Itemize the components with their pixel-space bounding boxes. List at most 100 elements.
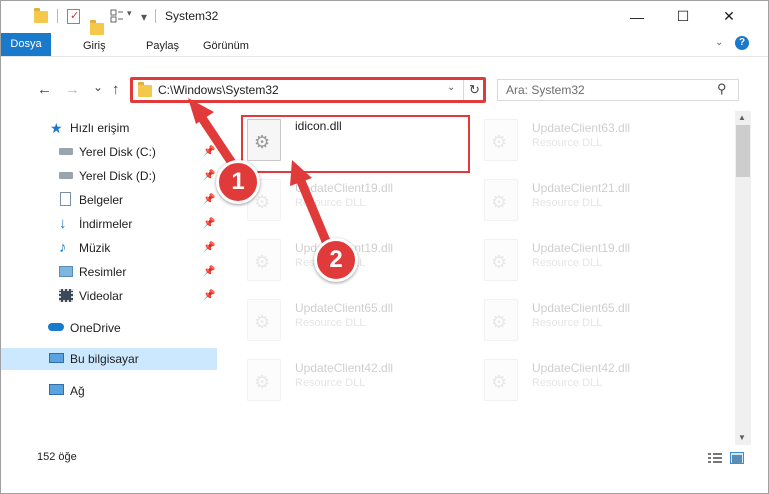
step-badge-2: 2 bbox=[314, 238, 358, 282]
dll-file-icon bbox=[484, 299, 518, 341]
minimize-button[interactable]: — bbox=[614, 1, 660, 32]
cloud-icon bbox=[48, 323, 64, 331]
dll-file-icon bbox=[247, 359, 281, 401]
tab-file[interactable]: Dosya bbox=[1, 33, 51, 56]
file-description: Resource DLL bbox=[295, 197, 366, 209]
file-item[interactable]: UpdateClient65.dll Resource DLL bbox=[484, 299, 714, 355]
file-item[interactable]: UpdateClient42.dll Resource DLL bbox=[484, 359, 714, 415]
drive-icon bbox=[59, 148, 73, 155]
file-name: UpdateClient63.dll bbox=[532, 121, 631, 135]
file-item[interactable]: UpdateClient19.dll Resource DLL bbox=[484, 239, 714, 295]
title-bar: ✓ ▾ ▾ System32 — ☐ ✕ bbox=[1, 1, 768, 35]
dll-file-icon bbox=[484, 119, 518, 161]
file-item[interactable]: UpdateClient19.dll Resource DLL bbox=[247, 179, 477, 235]
documents-icon bbox=[60, 192, 71, 206]
sidebar-item-this-pc[interactable]: Bu bilgisayar bbox=[1, 348, 217, 370]
dll-file-icon bbox=[247, 299, 281, 341]
file-description: Resource DLL bbox=[532, 197, 603, 209]
dll-file-icon bbox=[484, 239, 518, 281]
sidebar-item-label: Belgeler bbox=[79, 193, 124, 207]
sidebar-item-label: Ağ bbox=[70, 384, 85, 398]
address-highlight-frame bbox=[130, 77, 486, 103]
recent-locations-button[interactable]: ⌄ bbox=[93, 80, 103, 94]
qa-dropdown-icon[interactable]: ▾ bbox=[127, 8, 132, 24]
sidebar-item-pictures[interactable]: Resimler 📌 bbox=[1, 261, 219, 283]
file-name: UpdateClient19.dll bbox=[532, 241, 631, 255]
back-button[interactable]: ← bbox=[37, 81, 52, 98]
search-icon[interactable]: ⚲ bbox=[717, 81, 727, 97]
separator bbox=[155, 9, 156, 23]
window-title: System32 bbox=[165, 9, 219, 23]
ribbon-expand-icon[interactable]: ⌄ bbox=[715, 37, 723, 48]
dll-file-icon bbox=[247, 239, 281, 281]
sidebar-item-label: Bu bilgisayar bbox=[70, 352, 139, 366]
music-icon: ♪ bbox=[59, 239, 67, 256]
file-item[interactable]: UpdateClient65.dll Resource DLL bbox=[247, 299, 477, 355]
sidebar-item-drive-d[interactable]: Yerel Disk (D:) 📌 bbox=[1, 165, 219, 187]
sidebar-item-music[interactable]: ♪ Müzik 📌 bbox=[1, 237, 219, 259]
file-item[interactable]: UpdateClient63.dll Resource DLL bbox=[484, 119, 714, 175]
pin-icon[interactable]: 📌 bbox=[203, 285, 215, 307]
customize-icon[interactable] bbox=[110, 9, 124, 23]
file-description: Resource DLL bbox=[532, 137, 603, 149]
drive-icon bbox=[59, 172, 73, 179]
sidebar-item-label: Resimler bbox=[79, 265, 127, 279]
pin-icon[interactable]: 📌 bbox=[203, 213, 215, 235]
dll-file-icon bbox=[484, 179, 518, 221]
sidebar-item-quick-access[interactable]: ★ Hızlı erişim bbox=[1, 117, 219, 139]
sidebar-item-label: Yerel Disk (D:) bbox=[79, 169, 156, 183]
dll-file-icon bbox=[484, 359, 518, 401]
tab-home[interactable]: Giriş bbox=[83, 35, 106, 57]
ribbon-tabs: Dosya Giriş Paylaş Görünüm ⌄ ? bbox=[1, 32, 768, 57]
videos-icon bbox=[59, 289, 73, 302]
tab-share[interactable]: Paylaş bbox=[146, 35, 179, 57]
search-placeholder[interactable]: Ara: System32 bbox=[506, 83, 585, 97]
sidebar-item-drive-c[interactable]: Yerel Disk (C:) 📌 bbox=[1, 141, 219, 163]
qa-caret-icon[interactable]: ▾ bbox=[141, 10, 147, 26]
sidebar-item-label: OneDrive bbox=[70, 321, 121, 335]
separator bbox=[57, 9, 58, 23]
sidebar-item-network[interactable]: Ağ bbox=[1, 380, 219, 402]
tab-view[interactable]: Görünüm bbox=[203, 35, 249, 57]
sidebar-item-documents[interactable]: Belgeler 📌 bbox=[1, 189, 219, 211]
scroll-down-icon[interactable]: ▼ bbox=[738, 433, 746, 442]
help-icon[interactable]: ? bbox=[735, 36, 749, 50]
scroll-thumb[interactable] bbox=[736, 125, 750, 177]
pictures-icon bbox=[59, 266, 73, 277]
sidebar-item-downloads[interactable]: ↓ İndirmeler 📌 bbox=[1, 213, 219, 235]
sidebar-item-label: Videolar bbox=[79, 289, 123, 303]
pin-icon[interactable]: 📌 bbox=[203, 141, 215, 163]
details-view-icon[interactable] bbox=[708, 452, 722, 464]
large-icons-view-icon[interactable] bbox=[730, 452, 744, 464]
properties-icon[interactable]: ✓ bbox=[67, 9, 80, 24]
close-button[interactable]: ✕ bbox=[706, 1, 752, 32]
file-name: UpdateClient42.dll bbox=[295, 361, 394, 375]
file-name: UpdateClient65.dll bbox=[532, 301, 631, 315]
step-badge-1: 1 bbox=[216, 160, 260, 204]
pin-icon[interactable]: 📌 bbox=[203, 237, 215, 259]
sidebar-item-onedrive[interactable]: OneDrive bbox=[1, 317, 219, 339]
sidebar-item-videos[interactable]: Videolar 📌 bbox=[1, 285, 219, 307]
file-name: UpdateClient19.dll bbox=[295, 181, 394, 195]
status-bar bbox=[1, 447, 768, 469]
network-icon bbox=[49, 384, 64, 395]
pin-icon[interactable]: 📌 bbox=[203, 165, 215, 187]
pin-icon[interactable]: 📌 bbox=[203, 189, 215, 211]
maximize-button[interactable]: ☐ bbox=[660, 1, 706, 32]
file-description: Resource DLL bbox=[295, 317, 366, 329]
pin-icon[interactable]: 📌 bbox=[203, 261, 215, 283]
file-description: Resource DLL bbox=[532, 377, 603, 389]
file-name: UpdateClient42.dll bbox=[532, 361, 631, 375]
computer-icon bbox=[49, 353, 64, 363]
file-item[interactable]: UpdateClient42.dll Resource DLL bbox=[247, 359, 477, 415]
file-highlight-frame bbox=[241, 115, 470, 173]
forward-button[interactable]: → bbox=[65, 81, 80, 98]
folder-icon bbox=[34, 8, 48, 23]
explorer-window: ✓ ▾ ▾ System32 — ☐ ✕ Dosya Giriş Paylaş … bbox=[0, 0, 769, 494]
file-description: Resource DLL bbox=[532, 317, 603, 329]
file-item[interactable]: UpdateClient19.dll Resource DLL bbox=[247, 239, 477, 295]
file-item[interactable]: UpdateClient21.dll Resource DLL bbox=[484, 179, 714, 235]
up-button[interactable]: ↑ bbox=[112, 81, 120, 98]
scroll-up-icon[interactable]: ▲ bbox=[738, 113, 746, 122]
sidebar-item-label: Hızlı erişim bbox=[70, 121, 130, 135]
